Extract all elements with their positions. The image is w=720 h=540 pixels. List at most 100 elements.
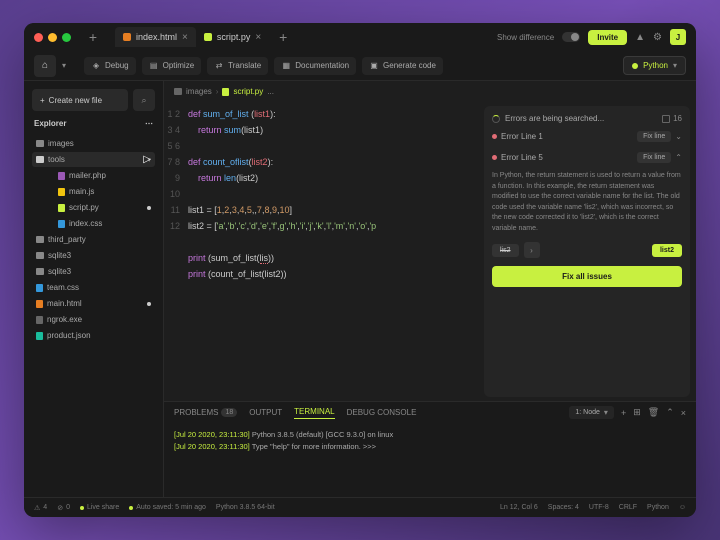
- user-avatar[interactable]: J: [670, 29, 686, 45]
- chevron-down-icon[interactable]: ▾: [62, 61, 66, 70]
- python-file-icon: [204, 33, 212, 41]
- code-editor[interactable]: 1 2 3 4 5 6 7 8 9 10 11 12 def sum_of_li…: [164, 102, 484, 401]
- cursor-icon: ▷: [143, 154, 151, 165]
- maximize-window-icon[interactable]: [62, 33, 71, 42]
- debug-button[interactable]: ◈Debug: [84, 57, 136, 75]
- folder-sqlite3-a[interactable]: sqlite3: [32, 248, 155, 263]
- folder-icon: [174, 88, 182, 95]
- sb-language[interactable]: Python: [647, 504, 669, 511]
- documentation-button[interactable]: ▦Documentation: [274, 57, 356, 75]
- close-tab-icon[interactable]: ×: [255, 32, 261, 43]
- new-tab-button[interactable]: +: [83, 27, 103, 47]
- fix-line-button[interactable]: Fix line: [637, 131, 671, 142]
- ai-explanation: In Python, the return statement is used …: [492, 171, 682, 234]
- sb-encoding[interactable]: UTF-8: [589, 504, 609, 511]
- python-file-icon: [222, 88, 229, 96]
- tab-index-html[interactable]: index.html ×: [115, 27, 196, 47]
- file-main-js[interactable]: main.js: [32, 184, 155, 199]
- folder-third-party[interactable]: third_party: [32, 232, 155, 247]
- error-dot-icon: [492, 134, 497, 139]
- fix-line-button[interactable]: Fix line: [637, 152, 671, 163]
- close-tab-icon[interactable]: ×: [182, 32, 188, 43]
- invite-button[interactable]: Invite: [588, 30, 627, 45]
- chevron-up-icon[interactable]: ⌃: [675, 153, 682, 162]
- ai-suggestion: lis2 › list2: [492, 242, 682, 258]
- terminal-output[interactable]: [Jul 20 2020, 23:11:30] Python 3.8.5 (de…: [164, 423, 696, 497]
- more-icon[interactable]: ⋯: [145, 119, 153, 128]
- file-ngrok-exe[interactable]: ngrok.exe: [32, 312, 155, 327]
- error-line-1[interactable]: Error Line 1 Fix line ⌄: [492, 129, 682, 144]
- file-index-css[interactable]: index.css: [32, 216, 155, 231]
- error-line-5[interactable]: Error Line 5 Fix line ⌃: [492, 150, 682, 165]
- file-mailer-php[interactable]: mailer.php: [32, 168, 155, 183]
- close-window-icon[interactable]: [34, 33, 43, 42]
- titlebar: + index.html × script.py × + Show differ…: [24, 23, 696, 51]
- copy-icon[interactable]: [662, 115, 670, 123]
- create-file-button[interactable]: + Create new file: [32, 89, 128, 111]
- html-file-icon: [123, 33, 131, 41]
- tab-terminal[interactable]: TERMINAL: [294, 407, 334, 419]
- file-product-json[interactable]: product.json: [32, 328, 155, 343]
- new-terminal-icon[interactable]: +: [621, 408, 626, 418]
- live-dot-icon: [80, 506, 84, 510]
- search-button[interactable]: ⌕: [133, 89, 155, 111]
- close-icon[interactable]: ×: [681, 408, 686, 418]
- modified-dot-icon: [147, 302, 151, 306]
- tab-script-py[interactable]: script.py ×: [196, 27, 269, 47]
- show-diff-label: Show difference: [497, 33, 554, 42]
- chevron-down-icon[interactable]: ⌄: [675, 132, 682, 141]
- statusbar: ⚠ 4 ⊘ 0 Live share Auto saved: 5 min ago…: [24, 497, 696, 517]
- file-script-py[interactable]: script.py: [32, 200, 155, 215]
- generate-code-button[interactable]: ▣Generate code: [362, 57, 443, 75]
- chevron-down-icon: ▾: [673, 61, 677, 70]
- sb-warnings[interactable]: ⚠ 4: [34, 504, 47, 512]
- tab-output[interactable]: OUTPUT: [249, 408, 282, 417]
- breadcrumb[interactable]: images › script.py ...: [164, 81, 696, 102]
- sb-spaces[interactable]: Spaces: 4: [548, 504, 579, 511]
- sb-python-version[interactable]: Python 3.8.5 64-bit: [216, 504, 275, 511]
- sb-cursor-pos[interactable]: Ln 12, Col 6: [500, 504, 538, 511]
- sb-eol[interactable]: CRLF: [619, 504, 637, 511]
- sb-errors[interactable]: ⊘ 0: [57, 504, 70, 512]
- sb-autosave[interactable]: Auto saved: 5 min ago: [129, 504, 206, 511]
- tab-debug-console[interactable]: DEBUG CONSOLE: [347, 408, 417, 417]
- add-tab-button[interactable]: +: [273, 27, 293, 47]
- trash-icon[interactable]: 🗑: [648, 407, 659, 418]
- doc-icon: ▦: [281, 61, 291, 71]
- app-window: + index.html × script.py × + Show differ…: [24, 23, 696, 517]
- bell-icon[interactable]: ▲: [635, 32, 645, 43]
- php-file-icon: [58, 172, 65, 180]
- tab-bar: index.html × script.py × +: [115, 27, 293, 47]
- ai-status: Errors are being searched...: [505, 114, 604, 123]
- translate-button[interactable]: ⇄Translate: [207, 57, 268, 75]
- explorer-title: Explorer: [34, 119, 66, 128]
- arrow-right-icon[interactable]: ›: [524, 242, 540, 258]
- sparkle-icon: ▣: [369, 61, 379, 71]
- home-button[interactable]: ⌂: [34, 55, 56, 77]
- terminal-panel: PROBLEMS18 OUTPUT TERMINAL DEBUG CONSOLE…: [164, 401, 696, 497]
- language-selector[interactable]: Python ▾: [623, 56, 686, 75]
- file-main-html[interactable]: main.html: [32, 296, 155, 311]
- new-code[interactable]: list2: [652, 244, 682, 257]
- optimize-button[interactable]: ▤Optimize: [142, 57, 202, 75]
- css-file-icon: [58, 220, 65, 228]
- minimize-window-icon[interactable]: [48, 33, 57, 42]
- sb-feedback-icon[interactable]: ☺: [679, 504, 686, 511]
- file-tree: images tools▾▷ mailer.php main.js script…: [32, 136, 155, 343]
- fix-all-button[interactable]: Fix all issues: [492, 266, 682, 287]
- split-terminal-icon[interactable]: ⊞: [633, 407, 641, 418]
- settings-icon[interactable]: ⚙: [653, 32, 662, 43]
- chevron-up-icon[interactable]: ⌃: [666, 407, 674, 418]
- folder-images[interactable]: images: [32, 136, 155, 151]
- tab-problems[interactable]: PROBLEMS18: [174, 408, 237, 417]
- folder-icon: [36, 268, 44, 275]
- file-team-css[interactable]: team.css: [32, 280, 155, 295]
- terminal-selector[interactable]: 1: Node▾: [569, 406, 614, 419]
- sb-live-share[interactable]: Live share: [80, 504, 119, 511]
- folder-sqlite3-b[interactable]: sqlite3: [32, 264, 155, 279]
- show-diff-toggle[interactable]: [562, 32, 580, 42]
- code-content[interactable]: def sum_of_list (list1): return sum(list…: [188, 106, 484, 397]
- modified-dot-icon: [147, 206, 151, 210]
- folder-tools[interactable]: tools▾▷: [32, 152, 155, 167]
- optimize-icon: ▤: [149, 61, 159, 71]
